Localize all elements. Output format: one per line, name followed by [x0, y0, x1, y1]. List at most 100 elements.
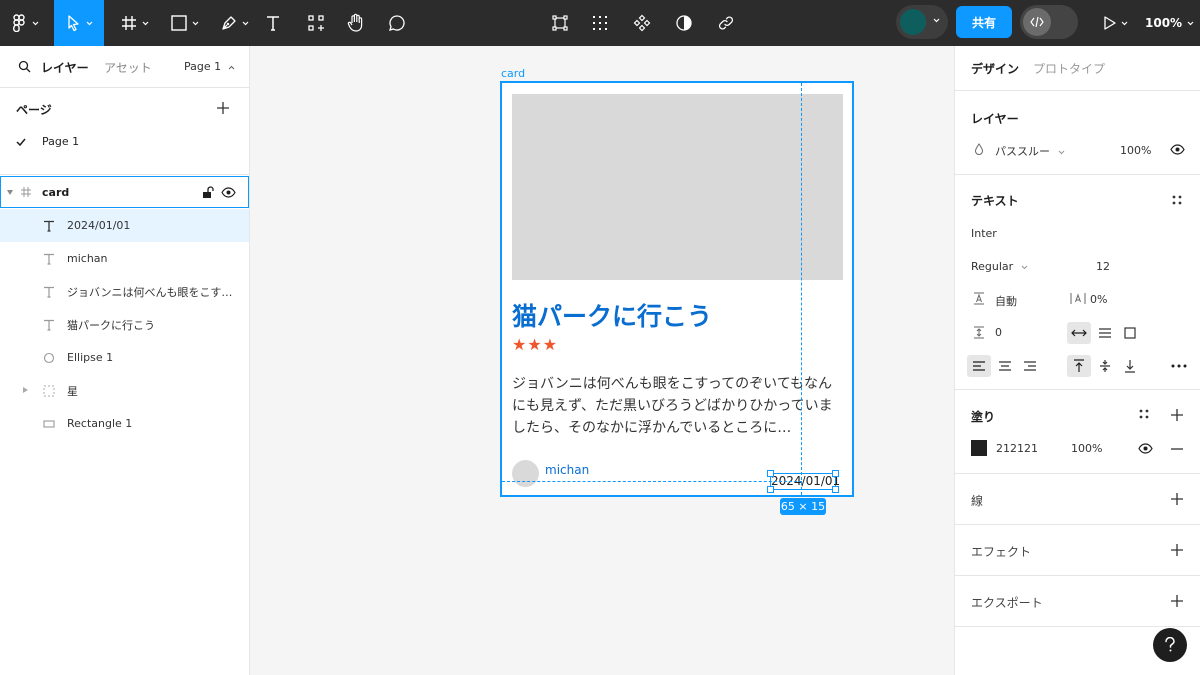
unlock-icon[interactable] [202, 186, 214, 199]
pages-heading: ページ [16, 103, 52, 117]
grid-tool-button[interactable] [588, 0, 612, 46]
layer-opacity-input[interactable]: 100% [1120, 144, 1151, 157]
chevron-down-icon [32, 21, 38, 25]
resize-handle[interactable] [832, 486, 839, 493]
zoom-menu[interactable]: 100% [1145, 0, 1194, 46]
fill-color-swatch[interactable] [971, 440, 987, 456]
dev-mode-toggle[interactable] [1020, 5, 1078, 39]
page-selector[interactable]: Page 1 [184, 60, 235, 73]
play-icon [1103, 16, 1116, 30]
layer-row-stars-group[interactable]: 星 [0, 374, 249, 407]
auto-width-button[interactable] [1067, 322, 1091, 344]
zoom-level: 100% [1145, 16, 1183, 30]
fill-hex-input[interactable]: 212121 [996, 442, 1038, 455]
eye-icon[interactable] [1138, 443, 1153, 454]
contrast-icon [676, 15, 692, 31]
align-right-button[interactable] [1018, 355, 1042, 377]
search-icon[interactable] [18, 60, 31, 73]
layer-row-ellipse[interactable]: Ellipse 1 [0, 341, 249, 374]
align-bottom-icon [1125, 360, 1135, 373]
align-center-button[interactable] [993, 355, 1017, 377]
align-middle-button[interactable] [1093, 355, 1117, 377]
card-star-rating[interactable]: ★★★ [512, 335, 558, 354]
align-bottom-button[interactable] [1118, 355, 1142, 377]
canvas[interactable]: card 猫パークに行こう ★★★ ジョバンニは何べんも眼をこすってのぞいてもな… [250, 46, 954, 675]
main-menu-button[interactable] [4, 0, 46, 46]
ellipse-layer-icon [42, 351, 56, 365]
blend-mode-select[interactable]: パススルー [995, 143, 1065, 159]
component-tool-button[interactable] [630, 0, 654, 46]
remove-fill-minus-icon[interactable] [1171, 448, 1183, 450]
add-effect-plus-icon[interactable] [1169, 542, 1185, 558]
chevron-up-icon [228, 65, 235, 70]
page-item-page-1[interactable]: Page 1 [16, 135, 79, 148]
crop-tool-button[interactable] [548, 0, 572, 46]
layer-row-card[interactable]: card [0, 176, 249, 208]
shape-tool-button[interactable] [162, 0, 206, 46]
eye-icon[interactable] [221, 187, 236, 198]
line-height-input[interactable]: 自動 [995, 293, 1017, 309]
fill-opacity-input[interactable]: 100% [1071, 442, 1102, 455]
share-button[interactable]: 共有 [956, 6, 1012, 38]
multiplayer-avatar-button[interactable] [896, 5, 948, 39]
comment-tool-button[interactable] [384, 0, 410, 46]
font-weight-select[interactable]: Regular [971, 260, 1028, 273]
four-dots-styles-icon[interactable] [1139, 409, 1149, 419]
tab-design[interactable]: デザイン [971, 60, 1019, 77]
card-image-placeholder[interactable] [512, 94, 843, 280]
card-author-name[interactable]: michan [545, 463, 589, 477]
add-page-plus-icon[interactable] [216, 101, 230, 115]
move-tool-button[interactable] [54, 0, 104, 46]
resize-handle[interactable] [767, 470, 774, 477]
layer-row-body-text[interactable]: ジョバンニは何べんも眼をこす… [0, 275, 249, 308]
question-mark-icon [1165, 637, 1175, 652]
tab-layers[interactable]: レイヤー [41, 59, 89, 76]
card-author-avatar[interactable] [512, 460, 539, 487]
tab-prototype[interactable]: プロトタイプ [1033, 60, 1105, 77]
add-stroke-plus-icon[interactable] [1169, 491, 1185, 507]
pen-tool-button[interactable] [212, 0, 256, 46]
layer-row-author-text[interactable]: michan [0, 242, 249, 275]
help-button[interactable] [1153, 628, 1187, 662]
resize-handle[interactable] [767, 486, 774, 493]
layer-name: Ellipse 1 [67, 351, 114, 364]
fixed-size-button[interactable] [1118, 322, 1142, 344]
frame-label[interactable]: card [501, 67, 525, 80]
cursor-arrow-icon [67, 15, 79, 32]
present-button[interactable] [1098, 0, 1132, 46]
layer-row-title-text[interactable]: 猫パークに行こう [0, 308, 249, 341]
text-section: テキスト Inter Regular 12 自動 0% 0 [955, 175, 1200, 390]
align-top-button[interactable] [1067, 355, 1091, 377]
text-tool-button[interactable] [260, 0, 286, 46]
font-family-select[interactable]: Inter [971, 227, 997, 240]
paragraph-spacing-icon [974, 326, 984, 339]
caret-right-icon[interactable] [23, 387, 28, 393]
card-title[interactable]: 猫パークに行こう [512, 297, 712, 333]
card-body-text[interactable]: ジョバンニは何べんも眼をこすってのぞいてもなんにも見えず、ただ黒いびろうどばかり… [512, 373, 842, 439]
frame-tool-button[interactable] [112, 0, 156, 46]
mask-tool-button[interactable] [672, 0, 696, 46]
stroke-section-title: 線 [971, 494, 984, 508]
auto-height-button[interactable] [1093, 322, 1117, 344]
chevron-down-icon [192, 21, 198, 25]
resize-handle[interactable] [832, 470, 839, 477]
layer-row-date-text[interactable]: 2024/01/01 [0, 209, 249, 242]
add-fill-plus-icon[interactable] [1169, 407, 1185, 423]
resources-tool-button[interactable] [302, 0, 330, 46]
four-dots-styles-icon[interactable] [1172, 195, 1182, 205]
transform-crop-icon [552, 15, 568, 31]
more-options-button[interactable] [1167, 355, 1191, 377]
layer-name: card [42, 185, 70, 199]
font-size-input[interactable]: 12 [1096, 260, 1110, 273]
align-left-button[interactable] [967, 355, 991, 377]
hand-tool-button[interactable] [342, 0, 370, 46]
fill-section-title: 塗り [971, 410, 996, 424]
link-tool-button[interactable] [714, 0, 738, 46]
paragraph-spacing-input[interactable]: 0 [995, 326, 1002, 339]
tab-assets[interactable]: アセット [104, 59, 152, 76]
layer-row-rectangle[interactable]: Rectangle 1 [0, 407, 249, 440]
add-export-plus-icon[interactable] [1169, 593, 1185, 609]
letter-spacing-input[interactable]: 0% [1090, 293, 1107, 306]
eye-icon[interactable] [1170, 144, 1185, 155]
caret-down-icon[interactable] [7, 190, 13, 195]
